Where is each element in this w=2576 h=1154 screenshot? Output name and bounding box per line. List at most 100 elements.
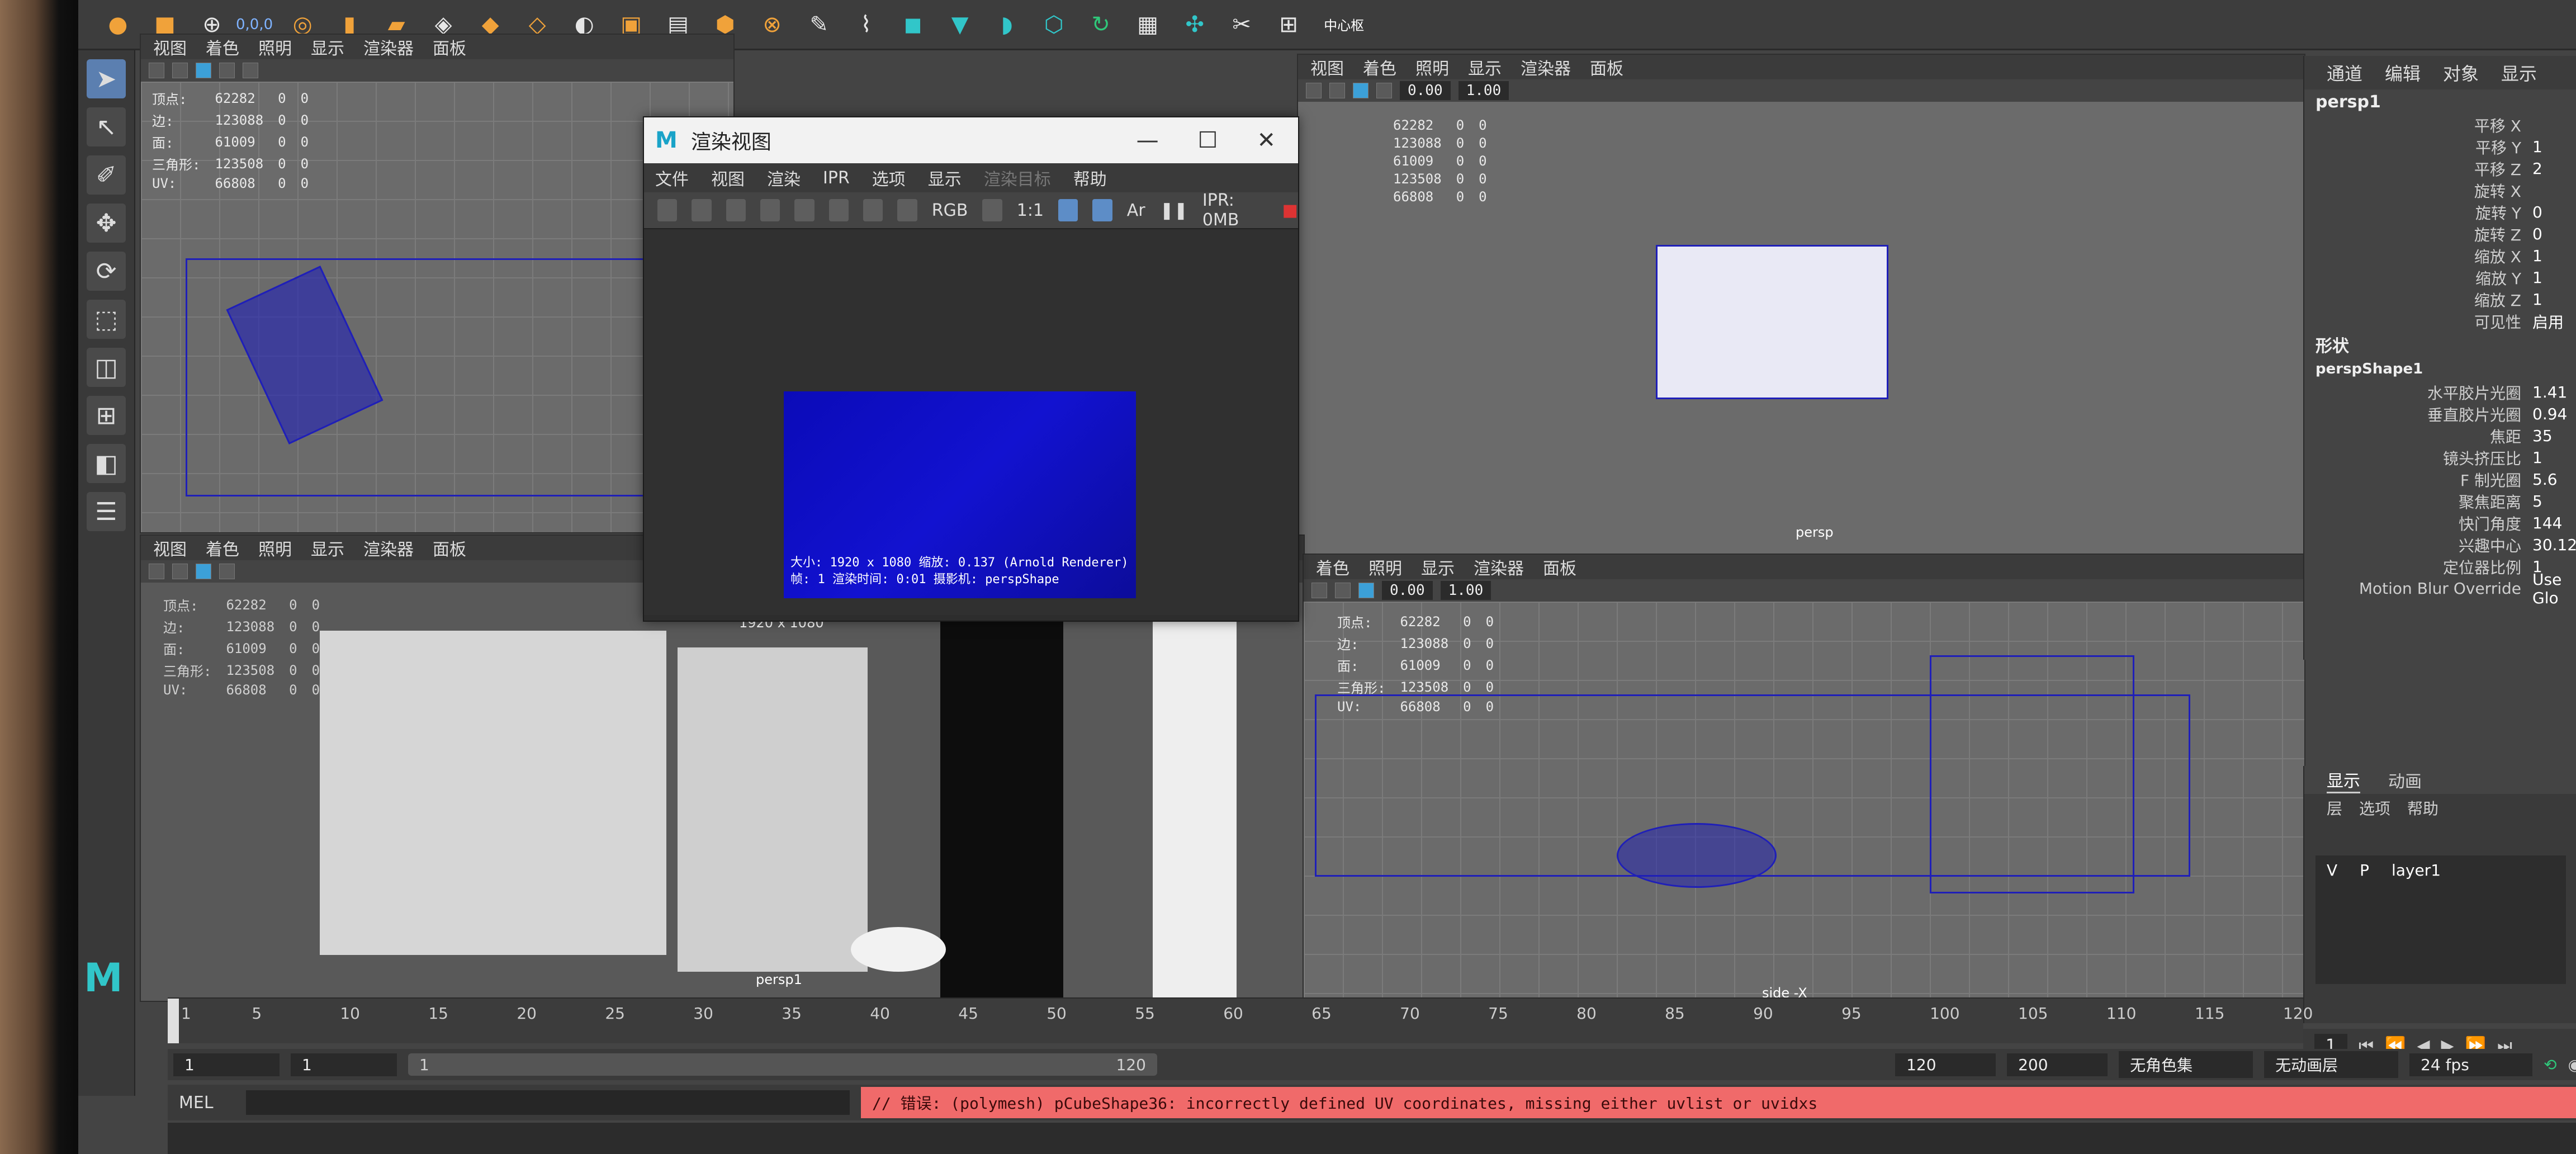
menu-renderer[interactable]: 渲染器	[363, 35, 414, 59]
menu-show[interactable]: 显示	[1421, 555, 1455, 579]
range-start-field[interactable]: 1	[291, 1053, 397, 1076]
layer-name[interactable]: layer1	[2392, 861, 2441, 879]
real-size-button[interactable]: 1:1	[1017, 201, 1044, 220]
gamma-field[interactable]: 1.00	[1440, 581, 1491, 600]
channel-row[interactable]: 聚焦距离 5	[2304, 490, 2576, 512]
menu-render[interactable]: 渲染	[767, 165, 801, 190]
menu-display[interactable]: 显示	[928, 165, 962, 190]
end-frame-field[interactable]: 200	[2007, 1053, 2108, 1076]
channel-row[interactable]: Motion Blur Override Use Glo	[2304, 570, 2576, 607]
channel-value[interactable]: Use Glo	[2532, 570, 2572, 607]
channel-row[interactable]: 旋转 Y 0	[2304, 201, 2576, 223]
checker-icon[interactable]: ▦	[1130, 7, 1165, 42]
menu-view[interactable]: 视图	[153, 536, 187, 560]
menu-panels[interactable]: 面板	[1543, 555, 1576, 579]
alpha-channel-icon[interactable]	[982, 199, 1002, 221]
channel-value[interactable]: 1	[2532, 290, 2572, 309]
uv-cylinder-icon[interactable]: ▼	[943, 7, 977, 42]
menu-shading[interactable]: 着色	[206, 536, 239, 560]
loop-icon[interactable]: ⟲	[2544, 1056, 2556, 1074]
range-end-field[interactable]: 120	[1895, 1053, 1996, 1076]
menu-options[interactable]: 选项	[2359, 797, 2390, 819]
channel-value[interactable]: 30.122	[2532, 536, 2576, 554]
channel-row[interactable]: 镜头挤压比 1	[2304, 447, 2576, 469]
layer-row[interactable]: V P layer1	[2315, 855, 2566, 885]
menu-shading[interactable]: 着色	[1316, 555, 1349, 579]
wireframe-icon[interactable]	[1335, 583, 1351, 598]
stop-render-icon[interactable]: ■	[1282, 201, 1298, 220]
menu-shading[interactable]: 着色	[1363, 55, 1396, 79]
channel-value[interactable]: 144	[2532, 514, 2572, 532]
start-frame-field[interactable]: 1	[173, 1053, 280, 1076]
pause-icon[interactable]: ❚❚	[1160, 201, 1188, 220]
move-tool-icon[interactable]: ✥	[87, 204, 126, 243]
channel-value[interactable]: 0.94	[2532, 405, 2572, 423]
boolean-icon[interactable]: ⊗	[755, 7, 789, 42]
render-view-titlebar[interactable]: M 渲染视图 — ☐ ✕	[644, 117, 1298, 163]
minimize-icon[interactable]: —	[1137, 127, 1159, 153]
menu-panels[interactable]: 面板	[1590, 55, 1623, 79]
render-canvas[interactable]: 大小: 1920 x 1080 缩放: 0.137 (Arnold Render…	[644, 229, 1298, 615]
menu-show[interactable]: 显示	[1468, 55, 1502, 79]
uv-unfold-icon[interactable]: ↻	[1083, 7, 1118, 42]
menu-help[interactable]: 帮助	[1073, 165, 1107, 190]
channel-row[interactable]: 缩放 Z 1	[2304, 288, 2576, 310]
wireframe-icon[interactable]	[1329, 83, 1345, 98]
menu-lighting[interactable]: 照明	[1415, 55, 1449, 79]
channel-value[interactable]: 0	[2532, 225, 2572, 243]
tab-animation[interactable]: 动画	[2388, 768, 2422, 792]
select-tool-icon[interactable]: ➤	[87, 59, 126, 98]
refresh-ipr-icon[interactable]	[794, 199, 815, 221]
wireframe-icon[interactable]	[172, 564, 188, 579]
camera-icon[interactable]	[1306, 83, 1322, 98]
channel-row[interactable]: 平移 X	[2304, 114, 2576, 136]
viewport-top-right[interactable]: 视图 着色 照明 显示 渲染器 面板 0.00 1.00 62282 0 0 123…	[1297, 54, 2305, 559]
keep-image-icon[interactable]	[828, 199, 849, 221]
uv-cube-icon[interactable]: ◼	[896, 7, 930, 42]
menu-layers[interactable]: 层	[2327, 797, 2342, 819]
render-view-window[interactable]: M 渲染视图 — ☐ ✕ 文件 视图 渲染 IPR 选项 显示 渲染目标 帮助	[643, 116, 1299, 622]
time-slider[interactable]: 1 5 10 15 20 25 30 35 40 45 50 55 60 65 70 75 80 85 90 95 10…	[168, 997, 2313, 1043]
menu-show[interactable]: 显示	[2501, 60, 2537, 86]
camera-icon[interactable]	[149, 63, 164, 78]
uv-cut-icon[interactable]: ✂	[1224, 7, 1259, 42]
shaded-icon[interactable]	[1353, 83, 1368, 98]
menu-view[interactable]: 视图	[1310, 55, 1344, 79]
channel-row[interactable]: 缩放 X 1	[2304, 245, 2576, 267]
textured-icon[interactable]	[219, 564, 235, 579]
menu-view[interactable]: 视图	[711, 165, 745, 190]
menu-view[interactable]: 视图	[153, 35, 187, 59]
channel-value[interactable]: 1	[2532, 268, 2572, 287]
character-set-select[interactable]: 无角色集	[2119, 1051, 2253, 1078]
lights-icon[interactable]	[243, 63, 258, 78]
channel-row[interactable]: F 制光圈 5.6	[2304, 469, 2576, 490]
channel-value[interactable]: 1	[2532, 247, 2572, 265]
menu-panels[interactable]: 面板	[433, 536, 466, 560]
layout-two-icon[interactable]: ◧	[87, 444, 126, 483]
channel-row[interactable]: 垂直胶片光圈 0.94	[2304, 403, 2576, 425]
outliner-icon[interactable]: ☰	[87, 492, 126, 531]
exposure-field[interactable]: 0.00	[1400, 81, 1451, 100]
frame-image-icon[interactable]	[1058, 199, 1078, 221]
shaded-icon[interactable]	[1358, 583, 1374, 598]
menu-renderer[interactable]: 渲染器	[1521, 55, 1571, 79]
menu-object[interactable]: 对象	[2443, 60, 2479, 86]
range-bar[interactable]: 1 120	[408, 1053, 1157, 1076]
menu-options[interactable]: 选项	[872, 165, 906, 190]
channel-row[interactable]: 兴趣中心 30.122	[2304, 534, 2576, 556]
uv-layout-icon[interactable]: ✣	[1177, 7, 1212, 42]
auto-key-icon[interactable]: ◉	[2568, 1056, 2576, 1074]
render-settings-icon[interactable]	[897, 199, 917, 221]
grid-icon[interactable]: ⊞	[1271, 7, 1306, 42]
redo-render-icon[interactable]	[657, 199, 678, 221]
gamma-field[interactable]: 1.00	[1458, 81, 1509, 100]
channel-row[interactable]: 快门角度 144	[2304, 512, 2576, 534]
menu-lighting[interactable]: 照明	[258, 35, 292, 59]
visibility-toggle[interactable]: V	[2327, 861, 2337, 879]
maximize-icon[interactable]: ☐	[1198, 127, 1218, 153]
ipr-icon[interactable]	[760, 199, 780, 221]
render-region-icon[interactable]	[692, 199, 712, 221]
menu-ipr[interactable]: IPR	[823, 168, 850, 188]
edge-loop-icon[interactable]: ⌇	[849, 7, 883, 42]
camera-icon[interactable]	[149, 564, 164, 579]
